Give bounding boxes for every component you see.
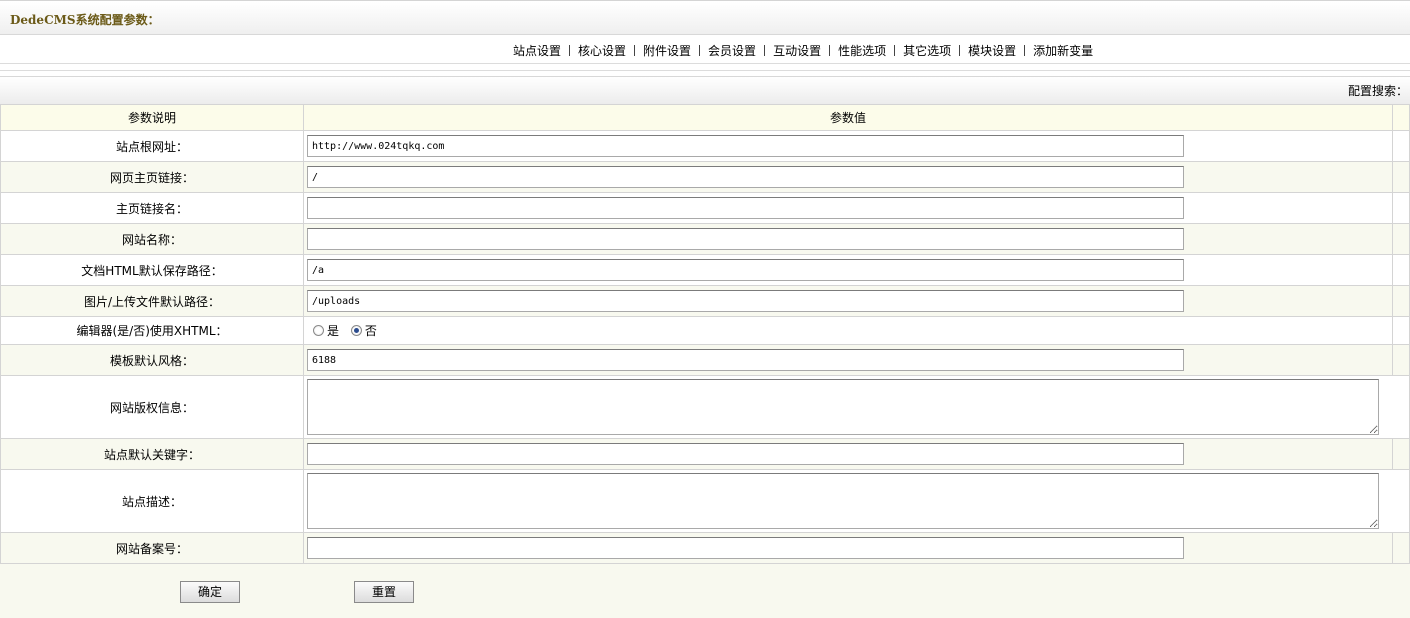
nav-separator [894,45,896,56]
html-save-path-input[interactable] [307,259,1184,281]
nav-item-performance[interactable]: 性能选项 [838,44,886,58]
nav-item-module[interactable]: 模块设置 [968,44,1016,58]
row-label: 网站备案号： [0,532,304,564]
nav-separator [699,45,701,56]
row-label: 图片/上传文件默认路径： [0,285,304,317]
row-label: 文档HTML默认保存路径： [0,254,304,286]
table-row: 图片/上传文件默认路径： [0,285,1410,317]
icp-number-input[interactable] [307,537,1184,559]
table-row: 文档HTML默认保存路径： [0,254,1410,286]
row-label: 站点默认关键字： [0,438,304,470]
nav-item-other[interactable]: 其它选项 [903,44,951,58]
table-header: 参数说明 参数值 [0,104,1410,131]
site-url-input[interactable] [307,135,1184,157]
site-name-input[interactable] [307,228,1184,250]
row-label: 站点根网址： [0,130,304,162]
table-row: 站点描述： [0,469,1410,533]
nav-item-interaction[interactable]: 互动设置 [773,44,821,58]
homepage-link-name-input[interactable] [307,197,1184,219]
template-style-input[interactable] [307,349,1184,371]
reset-button[interactable]: 重置 [354,581,414,603]
nav-item-add-variable[interactable]: 添加新变量 [1033,44,1093,58]
table-row: 网站名称： [0,223,1410,255]
nav-separator [1024,45,1026,56]
nav-item-attachment[interactable]: 附件设置 [643,44,691,58]
column-header-description: 参数说明 [0,104,304,131]
top-border [0,0,1410,1]
nav-separator [569,45,571,56]
nav-separator [634,45,636,56]
row-label: 模板默认风格： [0,344,304,376]
config-search-label: 配置搜索： [1347,84,1408,98]
title-bar: DedeCMS系统配置参数： [0,2,1410,35]
table-row: 网站版权信息： [0,375,1410,439]
search-bar: 配置搜索： [0,76,1410,104]
submit-button[interactable]: 确定 [180,581,240,603]
radio-unchecked-icon[interactable] [313,325,324,336]
table-row: 网页主页链接： [0,161,1410,193]
copyright-textarea[interactable] [307,379,1379,435]
keywords-input[interactable] [307,443,1184,465]
nav-separator [764,45,766,56]
page-title: DedeCMS系统配置参数： [10,13,160,27]
homepage-link-input[interactable] [307,166,1184,188]
row-label: 主页链接名： [0,192,304,224]
row-label: 网页主页链接： [0,161,304,193]
config-table: 参数说明 参数值 站点根网址： 网页主页链接： 主页链接名： 网站名称： 文档H… [0,104,1410,564]
table-row: 站点根网址： [0,130,1410,162]
table-row: 编辑器(是/否)使用XHTML： 是 否 [0,316,1410,345]
form-footer: 确定 重置 [0,563,1410,618]
nav-separator [829,45,831,56]
config-nav: 站点设置 核心设置 附件设置 会员设置 互动设置 性能选项 其它选项 模块设置 添加新变量 [0,36,1410,64]
table-row: 模板默认风格： [0,344,1410,376]
row-label: 站点描述： [0,469,304,533]
column-header-value: 参数值 [303,104,1393,131]
row-label: 网站版权信息： [0,375,304,439]
table-edge [1392,104,1410,131]
nav-item-member[interactable]: 会员设置 [708,44,756,58]
xhtml-no-option[interactable]: 否 [345,322,377,339]
nav-item-core[interactable]: 核心设置 [578,44,626,58]
row-label: 编辑器(是/否)使用XHTML： [0,316,304,345]
table-row: 网站备案号： [0,532,1410,564]
radio-checked-icon[interactable] [350,325,362,336]
xhtml-yes-option[interactable]: 是 [307,322,339,339]
table-row: 站点默认关键字： [0,438,1410,470]
table-row: 主页链接名： [0,192,1410,224]
description-textarea[interactable] [307,473,1379,529]
nav-separator [959,45,961,56]
upload-path-input[interactable] [307,290,1184,312]
nav-item-site[interactable]: 站点设置 [513,44,561,58]
row-label: 网站名称： [0,223,304,255]
